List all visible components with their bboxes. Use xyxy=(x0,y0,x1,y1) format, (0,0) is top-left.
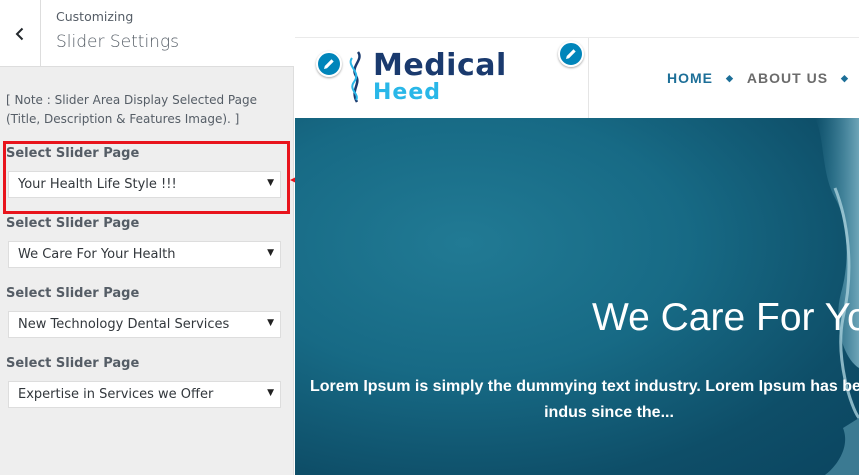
nav-item-home[interactable]: HOME xyxy=(667,70,713,86)
sidebar-header: Customizing Slider Settings xyxy=(0,0,294,67)
dropdown-caret-icon: ▼ xyxy=(267,318,274,328)
select-value: We Care For Your Health xyxy=(18,247,176,262)
nav-item-about-us[interactable]: ABOUT US xyxy=(747,70,828,86)
logo-name: Medical xyxy=(373,48,507,83)
select-value: New Technology Dental Services xyxy=(18,317,230,332)
highlight-box xyxy=(3,141,290,214)
edit-logo-button[interactable] xyxy=(316,51,342,77)
header-divider xyxy=(588,38,589,118)
dropdown-caret-icon: ▼ xyxy=(267,388,274,398)
hero-slider: We Care For Yo Lorem Ipsum is simply the… xyxy=(295,118,859,475)
slider-page-label-2: Select Slider Page xyxy=(6,216,140,231)
slider-note: [ Note : Slider Area Display Selected Pa… xyxy=(6,93,257,126)
site-preview: Medical Heed HOME ◆ ABOUT US ◆ We Care F… xyxy=(295,0,859,475)
hero-description: Lorem Ipsum is simply the dummying text … xyxy=(309,378,859,421)
pencil-icon xyxy=(324,59,334,69)
slider-page-select-3[interactable]: New Technology Dental Services ▼ xyxy=(8,311,281,338)
site-logo[interactable]: Medical Heed xyxy=(344,48,507,105)
chevron-left-icon xyxy=(15,27,24,40)
slider-page-label-4: Select Slider Page xyxy=(6,356,140,371)
caduceus-icon xyxy=(349,51,361,103)
preview-topbar xyxy=(295,0,859,38)
main-nav: HOME ◆ ABOUT US ◆ xyxy=(667,70,859,86)
logo-subtitle: Heed xyxy=(373,80,442,105)
slider-page-select-4[interactable]: Expertise in Services we Offer ▼ xyxy=(8,381,281,408)
breadcrumb: Customizing xyxy=(56,9,134,24)
slider-page-label-3: Select Slider Page xyxy=(6,286,140,301)
edit-header-button[interactable] xyxy=(558,41,584,67)
hero-title: We Care For Yo xyxy=(592,296,859,339)
customizer-sidebar: Customizing Slider Settings [ Note : Sli… xyxy=(0,0,294,475)
pencil-icon xyxy=(566,49,576,59)
slider-page-select-2[interactable]: We Care For Your Health ▼ xyxy=(8,241,281,268)
diamond-separator-icon: ◆ xyxy=(841,72,849,83)
site-header: Medical Heed HOME ◆ ABOUT US ◆ xyxy=(295,38,859,118)
panel-title: Slider Settings xyxy=(56,32,180,52)
back-button[interactable] xyxy=(0,0,41,67)
select-value: Expertise in Services we Offer xyxy=(18,387,214,402)
diamond-separator-icon: ◆ xyxy=(726,72,734,83)
dropdown-caret-icon: ▼ xyxy=(267,248,274,258)
